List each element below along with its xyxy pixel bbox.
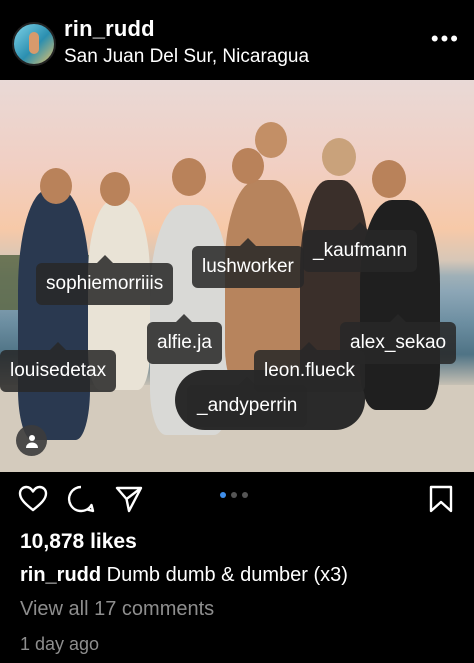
carousel-indicator	[220, 492, 248, 498]
photo-person-head	[100, 172, 130, 206]
photo-person-head	[40, 168, 72, 204]
caption-username[interactable]: rin_rudd	[20, 564, 101, 586]
heart-icon[interactable]	[18, 484, 48, 514]
more-horizontal-icon[interactable]: •••	[431, 26, 460, 52]
photo-tag-louisedetax[interactable]: louisedetax	[0, 342, 117, 392]
send-icon[interactable]	[114, 484, 144, 514]
carousel-dot	[242, 492, 248, 498]
photo-person-head	[255, 122, 287, 158]
bookmark-icon[interactable]	[426, 484, 456, 514]
carousel-dot	[220, 492, 226, 498]
photo-tag-andyperrin[interactable]: _andyperrin	[187, 377, 308, 427]
photo-person-head	[232, 148, 264, 184]
likes-count[interactable]: 10,878 likes	[20, 530, 137, 554]
photo-tag-lushworker[interactable]: lushworker	[192, 238, 304, 288]
caption-text: Dumb dumb & dumber (x3)	[101, 564, 348, 586]
photo-person	[18, 190, 90, 440]
photo-tag-kaufmann[interactable]: _kaufmann	[303, 222, 418, 272]
post-actions	[0, 472, 474, 528]
post-location[interactable]: San Juan Del Sur, Nicaragua	[64, 46, 309, 68]
post-username[interactable]: rin_rudd	[64, 16, 155, 42]
person-silhouette-icon	[25, 434, 38, 448]
avatar[interactable]	[12, 22, 56, 66]
post-caption: rin_rudd Dumb dumb & dumber (x3)	[20, 564, 348, 587]
carousel-dot	[231, 492, 237, 498]
comment-icon[interactable]	[66, 484, 96, 514]
post-header: rin_rudd San Juan Del Sur, Nicaragua •••	[0, 0, 474, 80]
photo-tag-sophiemorriiis[interactable]: sophiemorriiis	[36, 255, 174, 305]
post-timestamp: 1 day ago	[20, 634, 100, 654]
photo-tag-alfie-ja[interactable]: alfie.ja	[147, 314, 222, 364]
photo-person-head	[322, 138, 356, 176]
post-photo[interactable]: sophiemorriiis lushworker _kaufmann alfi…	[0, 80, 474, 472]
person-tag-icon[interactable]	[16, 425, 47, 456]
view-comments-link[interactable]: View all 17 comments	[20, 598, 214, 621]
photo-person-head	[172, 158, 206, 196]
photo-person-head	[372, 160, 406, 198]
